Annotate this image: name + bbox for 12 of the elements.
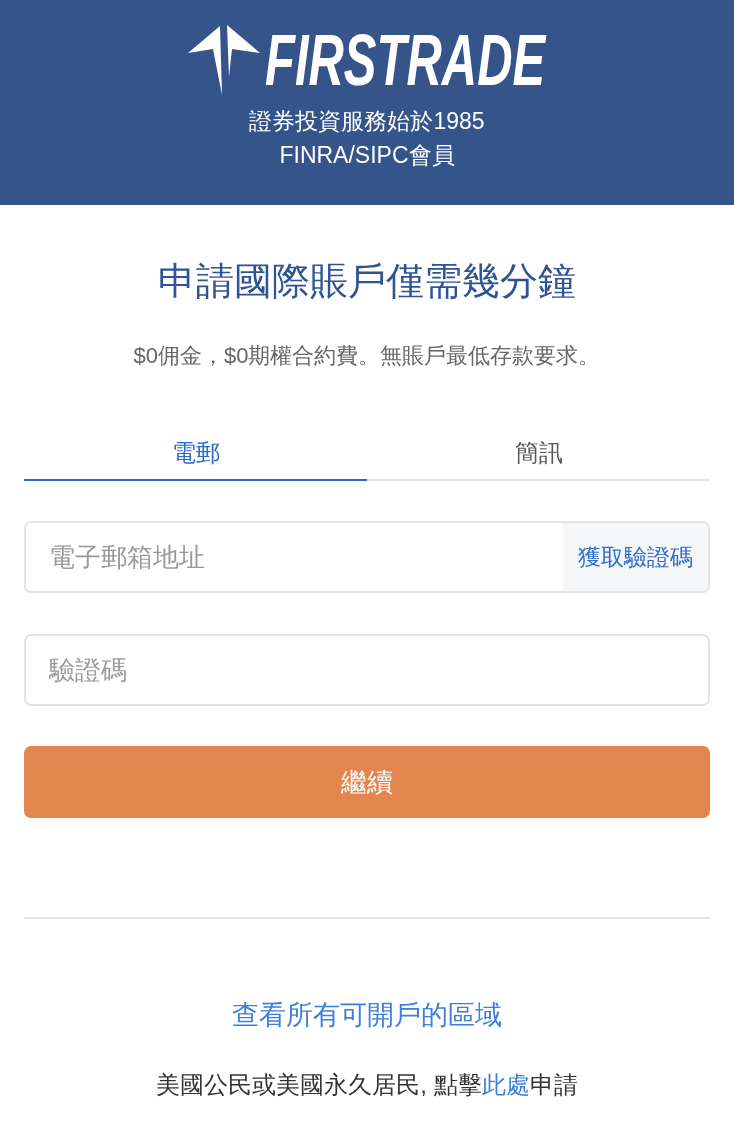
us-resident-note: 美國公民或美國永久居民, 點擊此處申請 xyxy=(156,1070,578,1100)
subtitle-text: $0佣金，$0期權合約費。無賬戶最低存款要求。 xyxy=(133,342,601,370)
code-field[interactable]: 驗證碼 xyxy=(24,634,710,706)
continue-button[interactable]: 繼續 xyxy=(24,746,710,818)
tab[interactable]: 電郵 xyxy=(24,427,367,481)
logo-wordmark: FIRSTRADE xyxy=(265,22,546,98)
tab[interactable]: 簡訊 xyxy=(367,427,710,481)
here-link[interactable]: 此處 xyxy=(481,1071,530,1098)
tagline-text: FINRA/SIPC會員 xyxy=(279,141,455,170)
tagline-text: 證券投資服務始於1985 xyxy=(249,107,485,136)
view-regions-link[interactable]: 查看所有可開戶的區域 xyxy=(232,997,502,1033)
page-title: 申請國際賬戶僅需幾分鐘 xyxy=(158,259,576,304)
